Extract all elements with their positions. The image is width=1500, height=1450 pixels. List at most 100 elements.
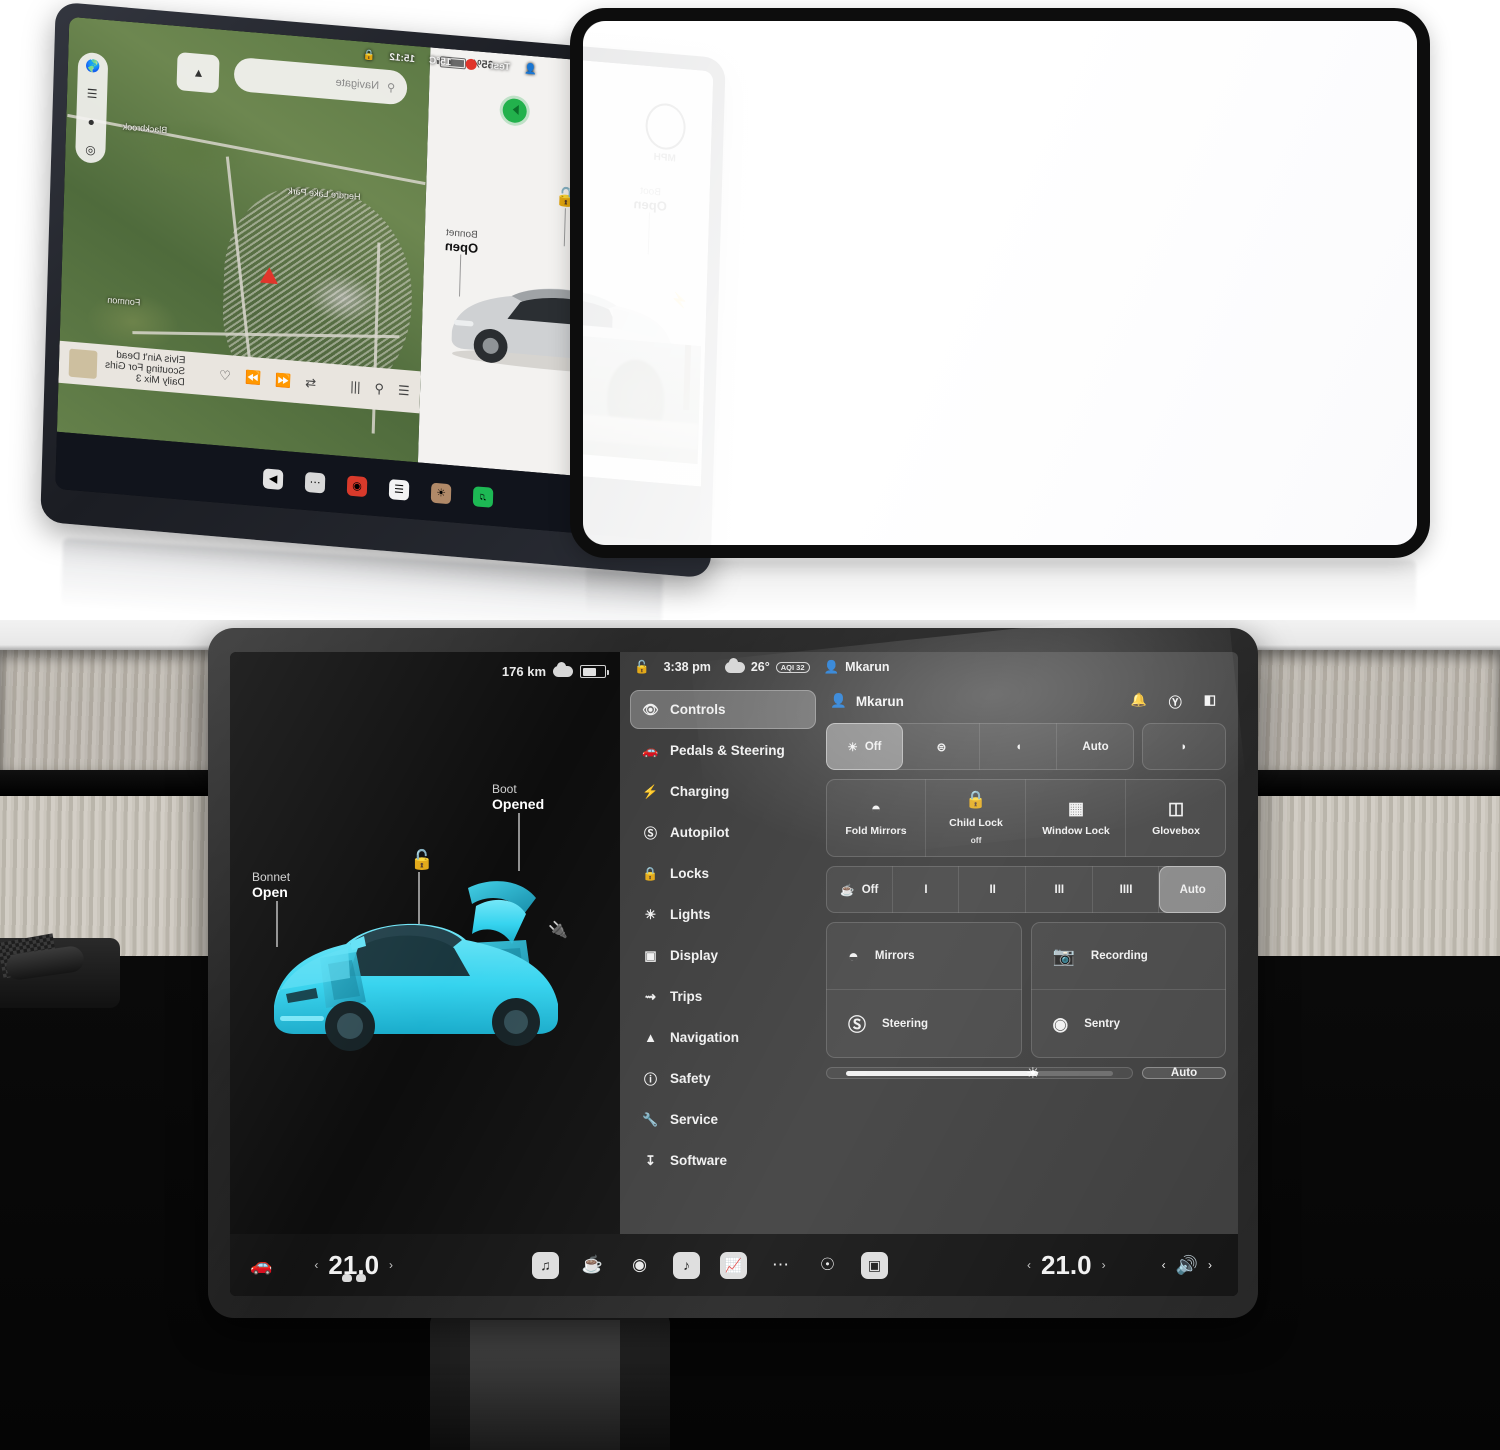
glovebox-tile[interactable]: ◫ Glovebox (1126, 779, 1226, 857)
wipers-speed-4-button[interactable]: IIII (1093, 866, 1160, 913)
recording-button[interactable]: 📷 Recording (1031, 922, 1227, 990)
media-icon[interactable]: ♫ (532, 1251, 559, 1279)
sidebar-item-display[interactable]: ▣ Display (630, 936, 816, 975)
heated-seats-icon[interactable] (342, 1273, 367, 1282)
controls-content[interactable]: 👤 Mkarun 🔔 Ⓨ ◧ ☀ Off ⊜ ◖ Auto ◗ ◓ Fold M… (826, 686, 1226, 1224)
sidebar-item-trips[interactable]: ⇝ Trips (630, 977, 816, 1016)
tablet-map-pane[interactable]: ⚲ Navigate ▲ 🌎 ☰ ● ◎ Hendre Lake Park Bl… (56, 16, 431, 463)
temp-decrease-button[interactable]: ‹ (1027, 1258, 1031, 1272)
adjust-left-column[interactable]: ◓ Mirrors Ⓢ Steering (826, 922, 1022, 1058)
fold-mirrors-tile[interactable]: ◓ Fold Mirrors (826, 779, 926, 857)
steering-adjust-button[interactable]: Ⓢ Steering (826, 990, 1022, 1058)
map-tools-strip[interactable]: 🌎 ☰ ● ◎ (75, 51, 109, 165)
child-lock-tile[interactable]: 🔒 Child Lock off (926, 779, 1026, 857)
driver-temperature-control[interactable]: ‹ 21.0 › (314, 1250, 393, 1282)
camera-icon[interactable]: ◉ (346, 475, 368, 497)
sentry-button[interactable]: ◉ Sentry (1031, 990, 1227, 1058)
lights-auto-button[interactable]: Auto (1057, 723, 1134, 770)
notes-icon[interactable]: ☰ (388, 478, 410, 501)
music-transport-controls[interactable]: ⇆ ⏪ ⏩ ♡ (219, 367, 316, 391)
wipers-row[interactable]: ☕ Off I II III IIII Auto (826, 866, 1226, 913)
low-beam-button[interactable]: ◖ (980, 723, 1057, 770)
bell-icon[interactable]: 🔔 (1131, 692, 1147, 711)
brightness-slider[interactable]: ☀ (826, 1065, 1133, 1082)
spotify-icon[interactable]: ♫ (472, 485, 494, 508)
equalizer-icon[interactable]: ||| (350, 379, 361, 395)
status-icons-group[interactable]: 🔔 Ⓨ ◧ (1131, 692, 1227, 711)
more-apps-icon[interactable]: ⋯ (767, 1252, 794, 1279)
video-icon[interactable]: ▶ (262, 467, 284, 490)
temp-increase-button[interactable]: › (1102, 1258, 1106, 1272)
window-lock-tile[interactable]: ▦ Window Lock (1026, 779, 1126, 857)
passenger-temperature-control[interactable]: ‹ 21.0 › (1027, 1250, 1106, 1281)
wipers-off-button[interactable]: ☕ Off (826, 866, 893, 913)
volume-decrease-button[interactable]: ‹ (1162, 1258, 1166, 1272)
brightness-track[interactable]: ☀ (846, 1065, 1113, 1082)
car-icon[interactable]: 🚗 (250, 1255, 272, 1276)
brightness-sun-icon[interactable]: ☀ (1026, 1064, 1039, 1082)
wipers-speed-3-button[interactable]: III (1026, 866, 1093, 913)
energy-icon[interactable]: 📈 (720, 1251, 747, 1279)
unlocked-padlock-icon[interactable]: 🔓 (634, 660, 650, 675)
high-beam-segment[interactable]: ◗ (1142, 723, 1226, 770)
shuffle-icon[interactable]: ⇆ (305, 374, 316, 391)
climate-icon[interactable]: ☉ (814, 1252, 841, 1279)
high-beam-button[interactable]: ◗ (1142, 723, 1226, 770)
map-search-box[interactable]: ⚲ Navigate (233, 56, 408, 106)
controls-user-row[interactable]: 👤 Mkarun 🔔 Ⓨ ◧ (826, 688, 1226, 714)
quick-tiles-row[interactable]: ◓ Fold Mirrors 🔒 Child Lock off ▦ Window… (826, 779, 1226, 857)
mirrors-adjust-button[interactable]: ◓ Mirrors (826, 922, 1022, 990)
map-compass-button[interactable]: ▲ (176, 52, 221, 94)
sidebar-item-safety[interactable]: ⓘ Safety (630, 1059, 816, 1098)
screen-bottom-bar[interactable]: 🚗 ‹ 21.0 › ♫ ☕ ◉ ♪ 📈 ⋯ ☉ ▣ ‹ 21.0 › ‹ 🔊 … (230, 1234, 1238, 1296)
sidebar-item-lights[interactable]: ☀ Lights (630, 895, 816, 934)
sidebar-item-autopilot[interactable]: Ⓢ Autopilot (630, 813, 816, 852)
wiper-icon[interactable]: ☕ (579, 1252, 606, 1279)
car-visualization-pane[interactable]: 176 km Boot Opened Bonnet Open 🔓 🔌 (230, 652, 620, 1234)
sidebar-item-software[interactable]: ↧ Software (630, 1141, 816, 1180)
volume-control[interactable]: ‹ 🔊 › (1162, 1255, 1212, 1276)
adjust-right-column[interactable]: 📷 Recording ◉ Sentry (1030, 922, 1227, 1058)
wipers-auto-button[interactable]: Auto (1159, 866, 1226, 913)
app-launcher-row[interactable]: ♫ ☕ ◉ ♪ 📈 ⋯ ☉ ▣ (532, 1251, 888, 1279)
temp-increase-button[interactable]: › (389, 1258, 393, 1272)
center-touchscreen[interactable]: 176 km Boot Opened Bonnet Open 🔓 🔌 🔓 3:3… (230, 652, 1238, 1296)
controls-panel[interactable]: 🔓 3:38 pm 26° AQI 32 👤 Mkarun 👁 Controls… (620, 652, 1238, 1234)
nav-icon[interactable]: ◉ (626, 1252, 653, 1279)
bluetooth-icon[interactable]: Ⓨ (1169, 692, 1182, 711)
wipers-speed-1-button[interactable]: I (893, 866, 960, 913)
lights-segment[interactable]: ☀ Off ⊜ ◖ Auto (826, 723, 1134, 770)
settings-sidebar[interactable]: 👁 Controls 🚗 Pedals & Steering ⚡ Chargin (630, 686, 816, 1224)
sidebar-item-service[interactable]: 🔧 Service (630, 1100, 816, 1139)
brightness-auto-button[interactable]: Auto (1142, 1067, 1226, 1079)
next-track-icon[interactable]: ⏩ (245, 369, 262, 386)
locate-icon[interactable]: ◎ (85, 142, 96, 157)
wipers-segment[interactable]: ☕ Off I II III IIII Auto (826, 866, 1226, 913)
list-icon[interactable]: ☰ (87, 86, 98, 101)
lights-off-button[interactable]: ☀ Off (826, 723, 903, 770)
sidebar-item-locks[interactable]: 🔒 Locks (630, 854, 816, 893)
volume-icon[interactable]: 🔊 (1176, 1255, 1198, 1276)
sidebar-item-charging[interactable]: ⚡ Charging (630, 772, 816, 811)
car-3d-render[interactable] (254, 848, 584, 1078)
parking-lights-button[interactable]: ⊜ (903, 723, 980, 770)
music-left-controls[interactable]: ☰ ⚲ ||| (350, 378, 410, 399)
wipers-speed-2-button[interactable]: II (959, 866, 1026, 913)
temp-decrease-button[interactable]: ‹ (314, 1258, 318, 1272)
search-icon[interactable]: ⚲ (374, 380, 384, 397)
camera-icon[interactable]: ▣ (861, 1251, 888, 1279)
music-icon[interactable]: ♪ (673, 1251, 700, 1279)
sidebar-item-navigation[interactable]: ▲ Navigation (630, 1018, 816, 1057)
adjust-grid[interactable]: ◓ Mirrors Ⓢ Steering 📷 Recording ◉ Sentr… (826, 922, 1226, 1058)
previous-track-icon[interactable]: ⏪ (275, 372, 292, 389)
satellite-icon[interactable]: 🌎 (85, 58, 100, 73)
heart-icon[interactable]: ♡ (219, 367, 231, 384)
lights-row[interactable]: ☀ Off ⊜ ◖ Auto ◗ (826, 723, 1226, 770)
profile-readout[interactable]: 👤 Mkarun (824, 660, 890, 675)
queue-icon[interactable]: ☰ (398, 382, 410, 399)
cellular-signal-icon[interactable]: ◧ (1204, 692, 1216, 711)
more-icon[interactable]: ⋯ (304, 471, 326, 494)
photos-icon[interactable]: ☀ (430, 482, 452, 504)
volume-increase-button[interactable]: › (1208, 1258, 1212, 1272)
sidebar-item-controls[interactable]: 👁 Controls (630, 690, 816, 729)
